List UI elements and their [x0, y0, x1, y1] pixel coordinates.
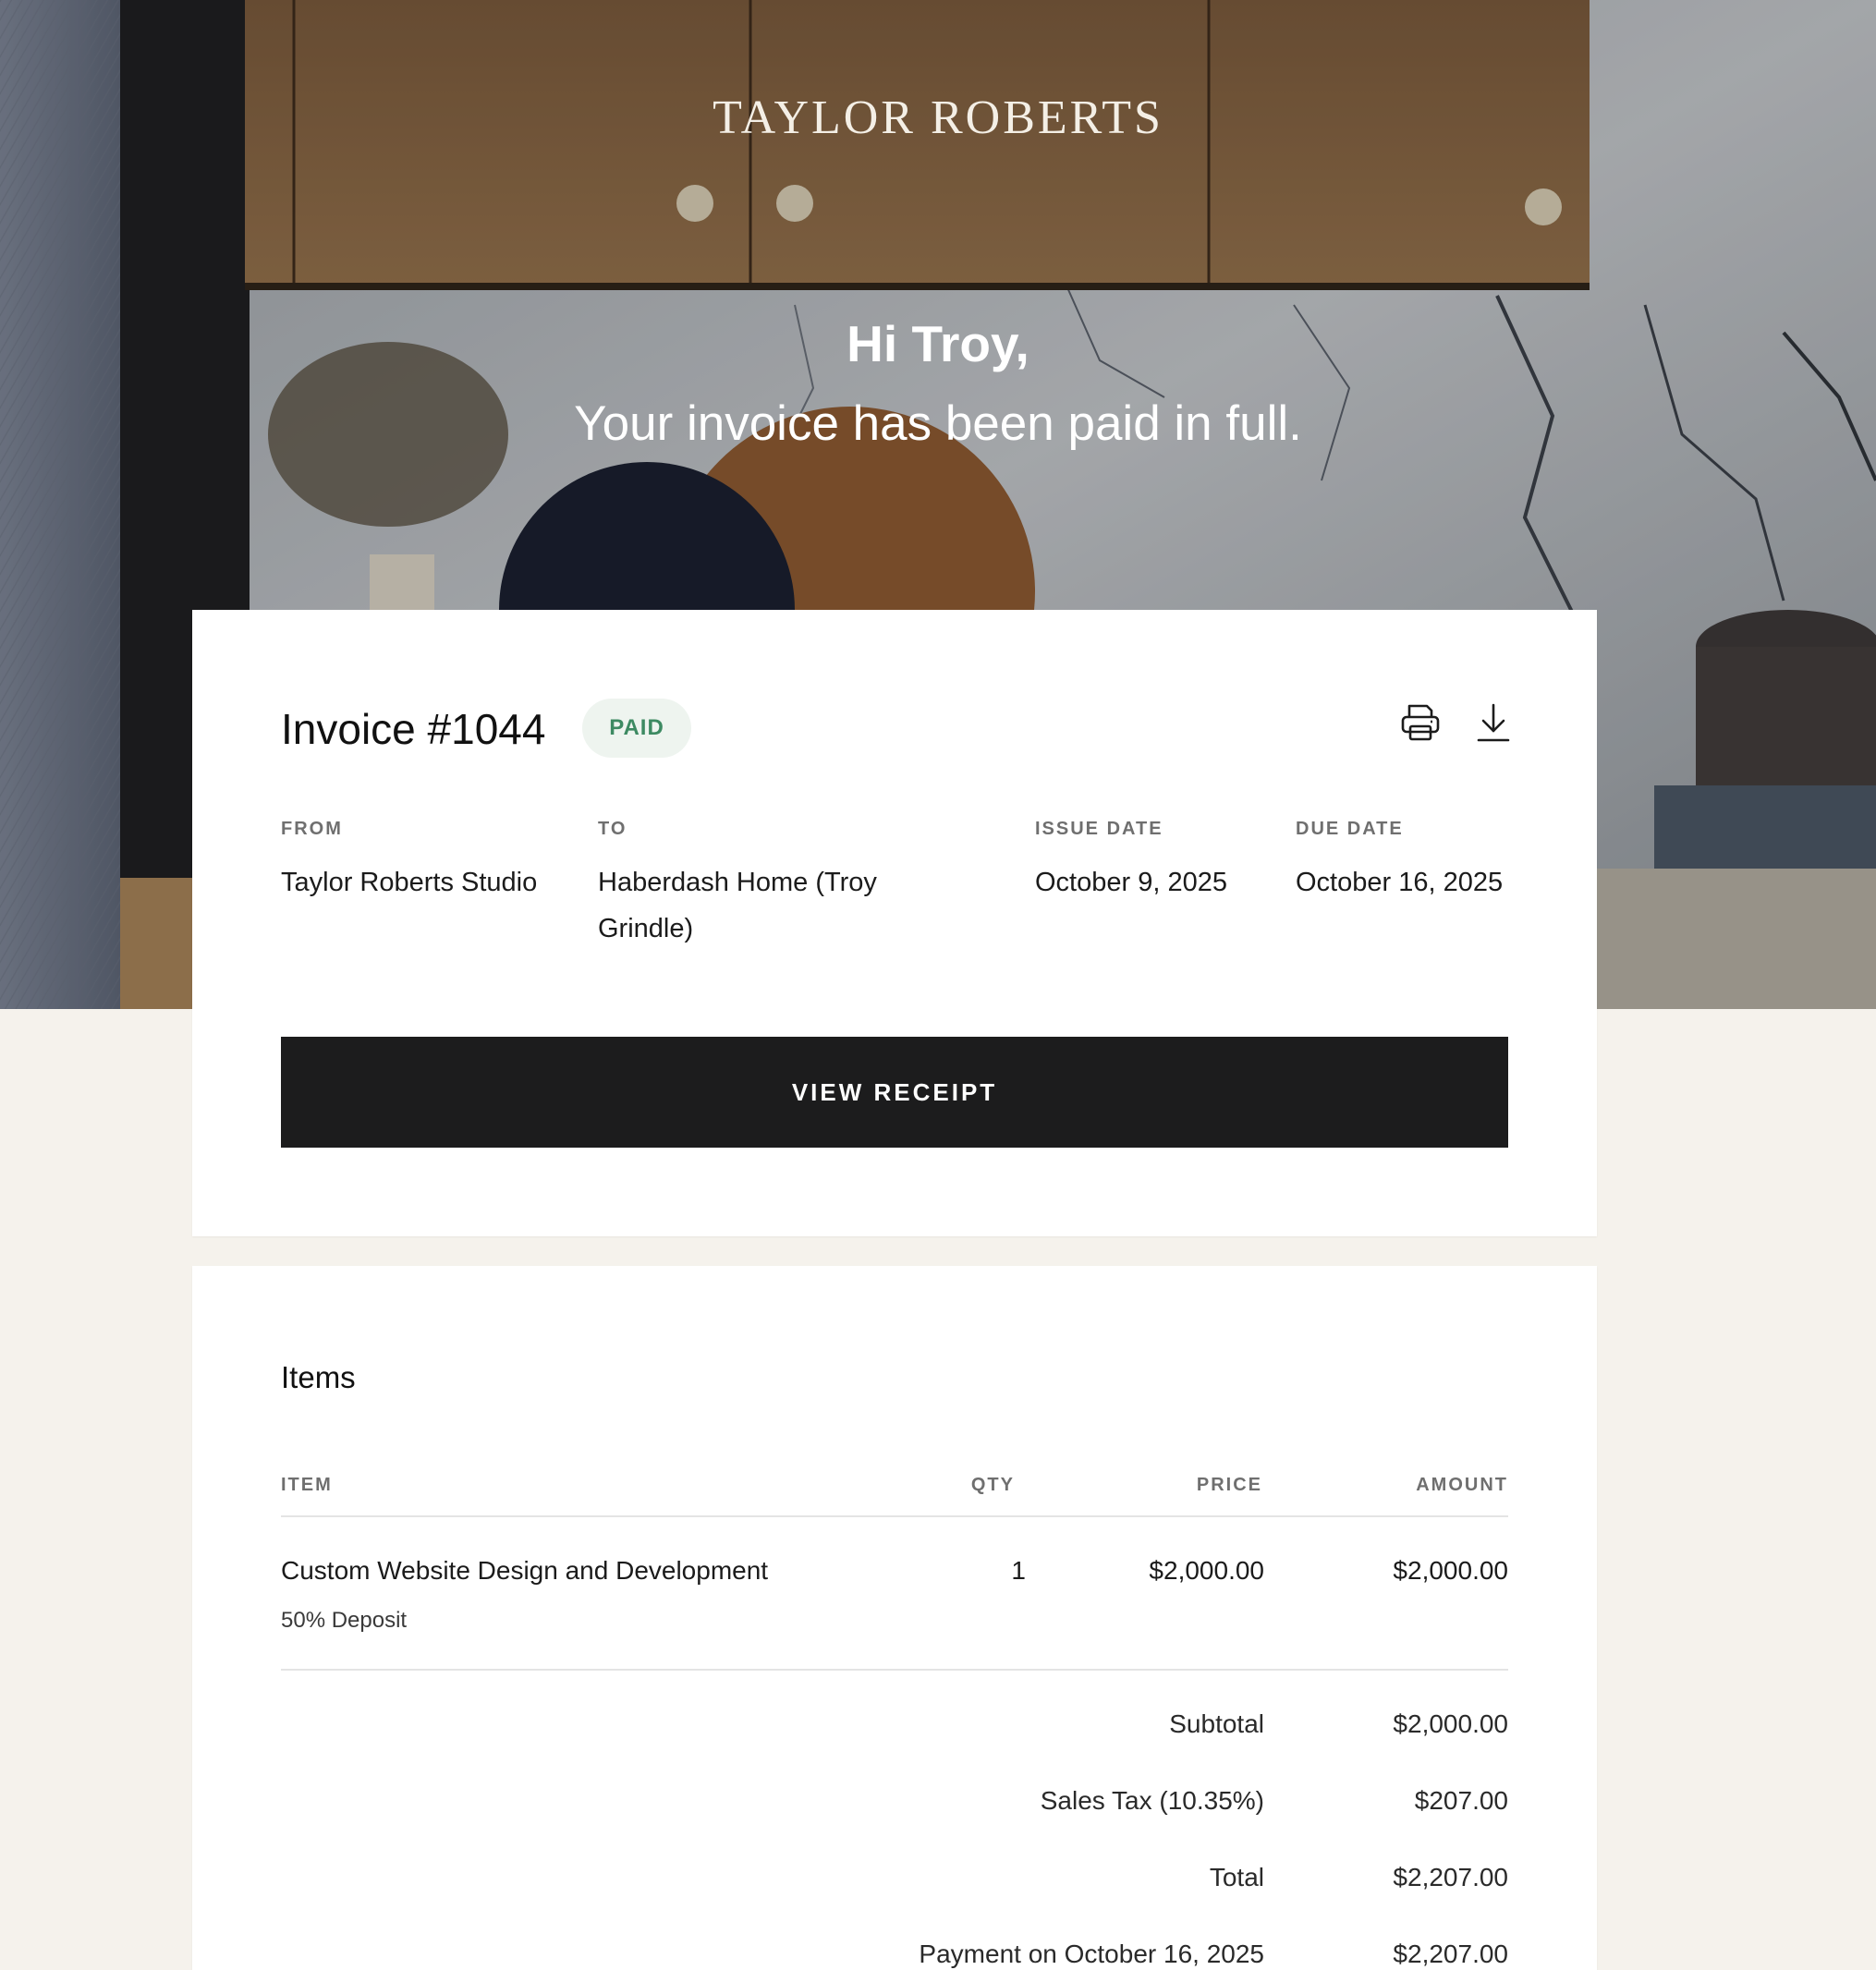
to-value-line2: Grindle) — [598, 914, 694, 943]
invoice-card: Invoice #1044 PAID FROM Taylor Roberts S… — [192, 610, 1597, 1236]
column-header-item: ITEM — [281, 1475, 333, 1495]
brand-logo: TAYLOR ROBERTS — [713, 91, 1163, 144]
print-button[interactable] — [1396, 699, 1444, 747]
total-label: Total — [1209, 1863, 1264, 1891]
to-value-line1: Haberdash Home (Troy — [598, 868, 877, 897]
download-icon — [1477, 703, 1510, 742]
row-divider — [281, 1669, 1508, 1671]
item-amount: $2,000.00 — [1393, 1556, 1508, 1585]
from-label: FROM — [281, 819, 343, 839]
status-badge: PAID — [582, 699, 691, 758]
hero-headline: Your invoice has been paid in full. — [574, 396, 1302, 451]
payment-value: $2,207.00 — [1393, 1940, 1508, 1968]
due-date-value: October 16, 2025 — [1296, 868, 1504, 897]
issue-date-value: October 9, 2025 — [1035, 868, 1227, 897]
payment-label: Payment on October 16, 2025 — [919, 1940, 1264, 1968]
invoice-page: TAYLOR ROBERTS Hi Troy, Your invoice has… — [0, 0, 1876, 1970]
column-header-price: PRICE — [1196, 1475, 1262, 1495]
items-card: Items ITEM QTY PRICE AMOUNT Custom Websi… — [192, 1266, 1597, 1970]
items-title: Items — [281, 1360, 356, 1394]
column-header-qty: QTY — [970, 1475, 1015, 1495]
view-receipt-button[interactable]: VIEW RECEIPT — [281, 1037, 1508, 1148]
item-name: Custom Website Design and Development — [281, 1556, 769, 1585]
sales-tax-label: Sales Tax (10.35%) — [1040, 1786, 1264, 1815]
invoice-title: Invoice #1044 — [281, 705, 546, 753]
item-qty: 1 — [1011, 1556, 1026, 1585]
issue-date-label: ISSUE DATE — [1035, 819, 1163, 839]
subtotal-label: Subtotal — [1169, 1709, 1264, 1738]
download-button[interactable] — [1469, 699, 1517, 747]
from-value: Taylor Roberts Studio — [281, 868, 538, 897]
header-divider — [281, 1515, 1508, 1517]
subtotal-value: $2,000.00 — [1393, 1709, 1508, 1738]
greeting: Hi Troy, — [847, 315, 1029, 372]
item-price: $2,000.00 — [1149, 1556, 1264, 1585]
printer-icon — [1401, 704, 1440, 741]
due-date-label: DUE DATE — [1296, 819, 1404, 839]
item-description: 50% Deposit — [281, 1608, 408, 1633]
to-value: Haberdash Home (Troy Grindle) — [598, 859, 877, 952]
to-label: TO — [598, 819, 627, 839]
sales-tax-value: $207.00 — [1414, 1786, 1508, 1815]
column-header-amount: AMOUNT — [1416, 1475, 1508, 1495]
total-value: $2,207.00 — [1393, 1863, 1508, 1891]
